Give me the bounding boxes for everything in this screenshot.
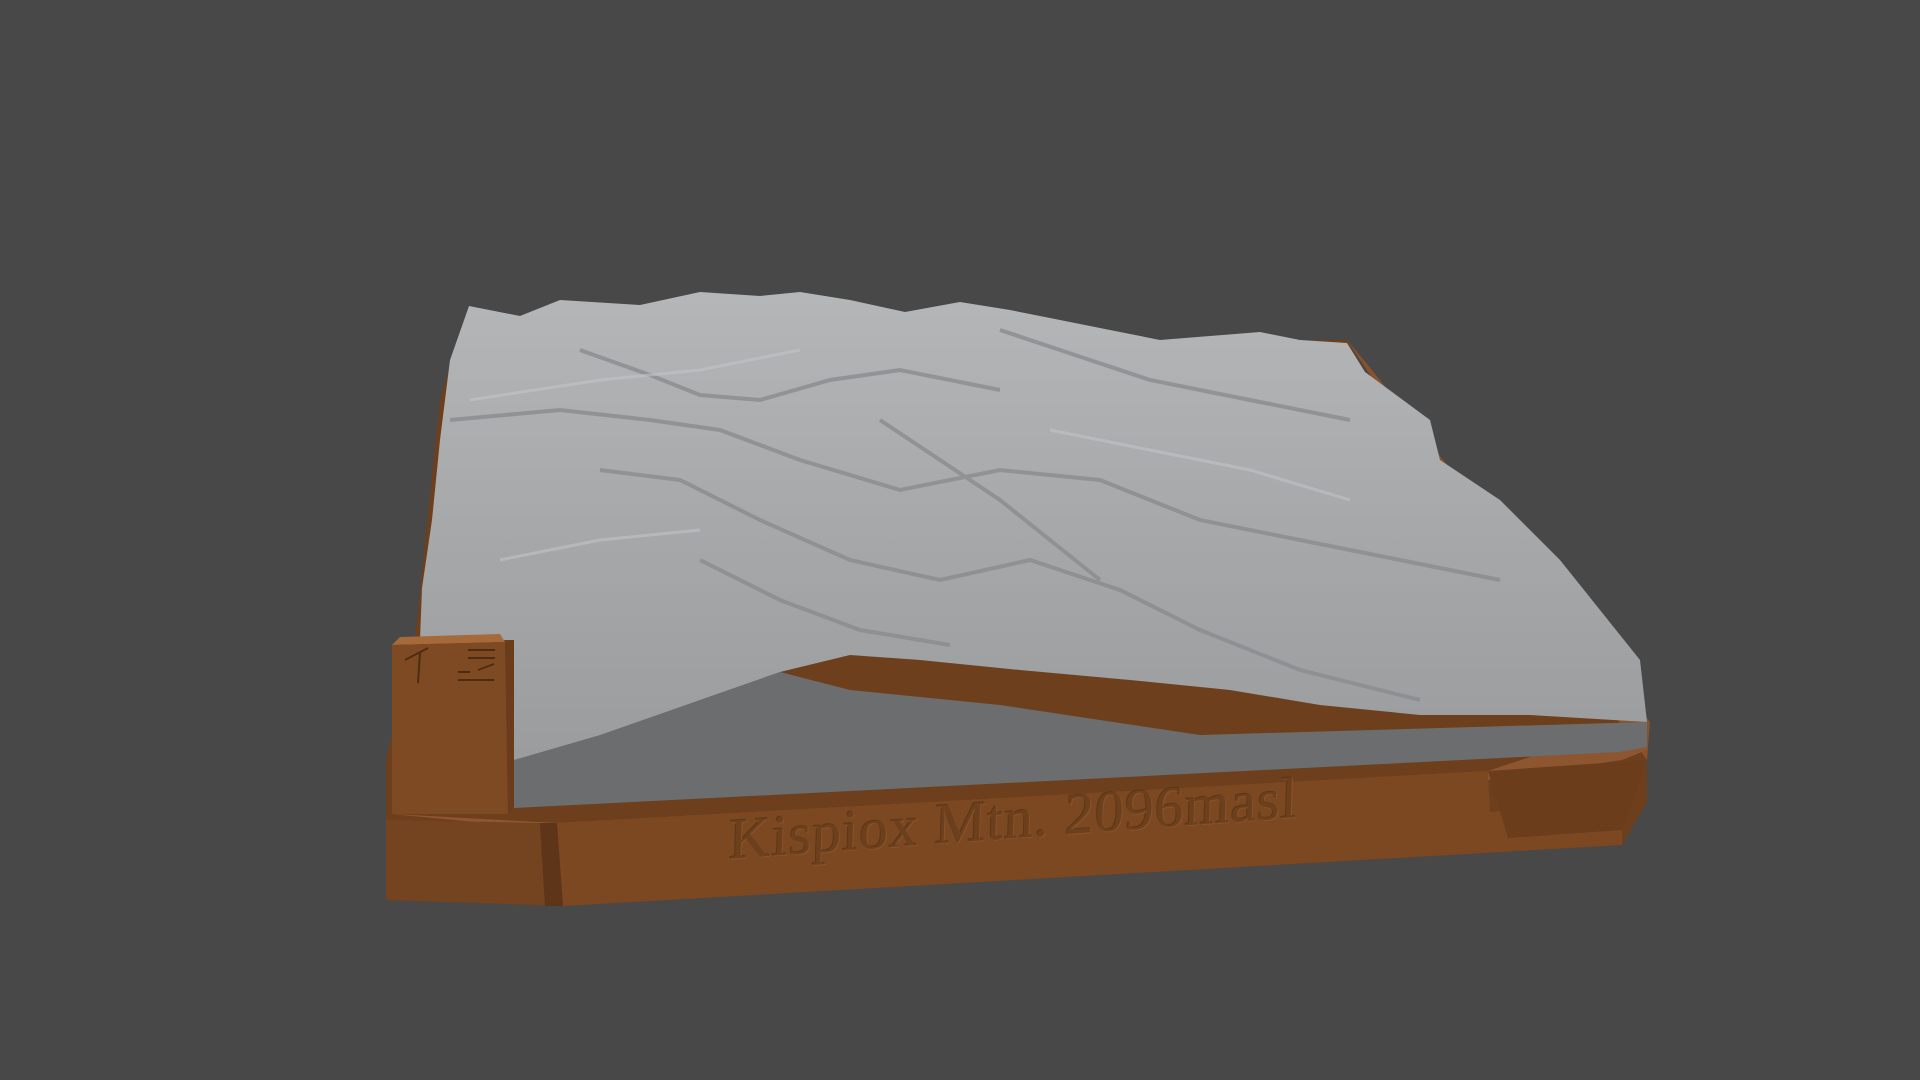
base-left-pillar-front: [392, 642, 508, 814]
terrain-model-render: [386, 292, 1650, 906]
base-front-bevel: [1488, 760, 1647, 838]
viewport-3d[interactable]: Kispiox Mtn. 2096masl: [0, 0, 1920, 1080]
base-left-bevel: [386, 820, 563, 906]
